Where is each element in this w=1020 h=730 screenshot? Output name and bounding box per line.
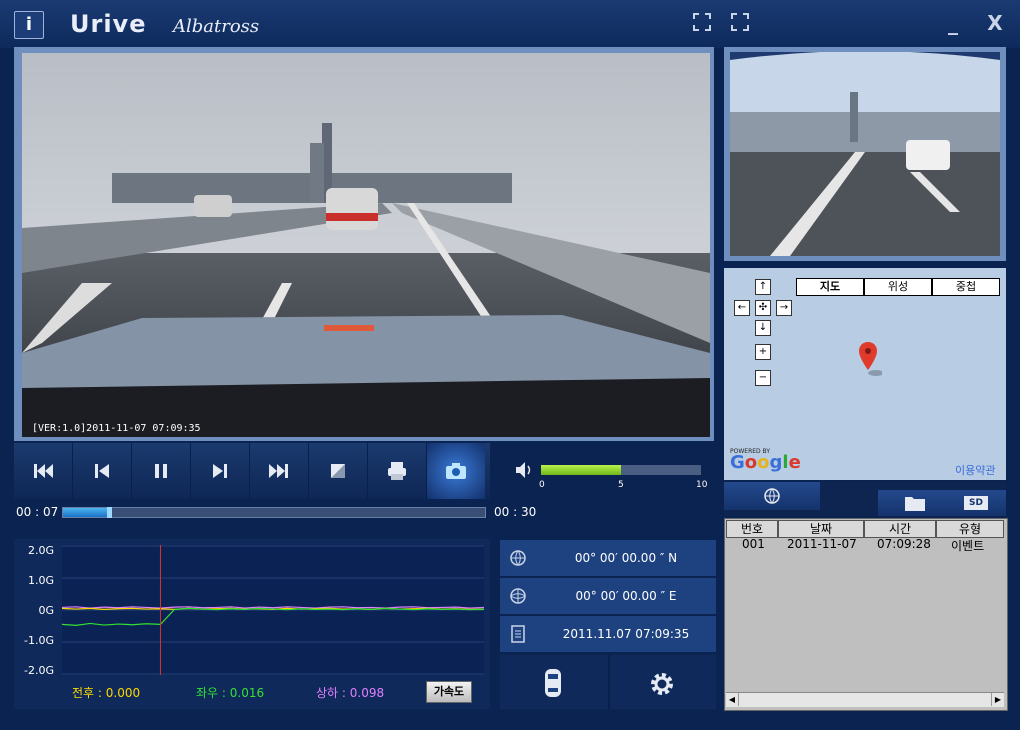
front-back-value: 전후 : 0.000 (72, 686, 141, 700)
scroll-right-icon[interactable]: ▶ (991, 693, 1004, 706)
map-zoom-out-button[interactable]: − (755, 370, 771, 386)
car-icon (545, 669, 561, 697)
total-time: 00 : 30 (494, 505, 537, 519)
volume-tick-mid: 5 (618, 480, 624, 490)
map-marker-icon[interactable] (858, 342, 884, 380)
previous-icon (95, 464, 109, 478)
print-button[interactable] (368, 443, 427, 499)
map-terms-link[interactable]: 이용약관 (955, 462, 995, 478)
latitude-row: 00° 00′ 00.00 ″ N (500, 540, 716, 576)
map-zoom-in-button[interactable]: + (755, 344, 771, 360)
column-header-type[interactable]: 유형 (936, 520, 1004, 538)
seek-progress (63, 508, 107, 517)
pause-button[interactable] (132, 443, 191, 499)
y-tick-label: -1.0G (24, 634, 54, 647)
map-tab-satellite[interactable]: 위성 (864, 278, 932, 296)
series-line-1 (61, 607, 485, 626)
series-line-2 (61, 606, 485, 609)
event-date: 2011-11-07 (787, 537, 857, 551)
latitude-value: 00° 00′ 00.00 ″ N (574, 551, 678, 565)
y-tick-label: -2.0G (24, 664, 54, 677)
tab-sd-card[interactable]: SD (964, 496, 988, 510)
volume-icon[interactable] (514, 460, 536, 484)
column-header-time[interactable]: 시간 (864, 520, 936, 538)
stop-button[interactable] (309, 443, 368, 499)
scroll-left-icon[interactable]: ◀ (726, 693, 739, 706)
longitude-row: 00° 00′ 00.00 ″ E (500, 578, 716, 614)
seek-thumb[interactable] (106, 507, 112, 518)
left-right-value: 좌우 : 0.016 (196, 686, 265, 700)
app-title: Urive (70, 10, 147, 38)
map-tab-hybrid[interactable]: 중첩 (932, 278, 1000, 296)
column-header-date[interactable]: 날짜 (778, 520, 864, 538)
map-pan-down-button[interactable]: ↓ (755, 320, 771, 336)
y-tick-label: 1.0G (27, 574, 54, 587)
acceleration-chart (61, 545, 485, 675)
fullscreen-main-icon[interactable] (689, 12, 715, 38)
minimize-button[interactable]: _ (940, 10, 966, 36)
front-camera-video[interactable] (22, 53, 710, 437)
event-time: 07:09:28 (877, 537, 931, 551)
car-view-button[interactable] (540, 668, 566, 702)
globe-icon (764, 488, 780, 504)
column-header-number[interactable]: 번호 (726, 520, 778, 538)
map-pan-left-button[interactable]: ← (734, 300, 750, 316)
rear-camera-video[interactable] (730, 52, 1000, 256)
folder-icon (905, 497, 925, 511)
google-logo: Google (730, 452, 801, 473)
info-button[interactable]: i (14, 11, 44, 39)
print-icon (388, 462, 406, 480)
horizontal-scrollbar[interactable]: ◀ ▶ (726, 692, 1004, 707)
volume-tick-min: 0 (539, 480, 545, 490)
y-tick-label: 2.0G (27, 544, 54, 557)
globe-icon (500, 587, 536, 605)
current-time: 00 : 07 (16, 505, 59, 519)
acceleration-button[interactable]: 가속도 (426, 681, 472, 703)
skip-to-start-button[interactable] (14, 443, 73, 499)
divider (608, 655, 610, 709)
fullscreen-side-icon[interactable] (727, 12, 753, 38)
volume-tick-max: 10 (696, 480, 708, 490)
stop-icon (331, 464, 345, 478)
map-pan-up-button[interactable]: ↑ (755, 279, 771, 295)
gear-icon (651, 673, 673, 695)
skip-end-icon (269, 464, 288, 478)
longitude-value: 00° 00′ 00.00 ″ E (575, 589, 677, 603)
map-tab-map[interactable]: 지도 (796, 278, 864, 296)
title-bar (0, 0, 1020, 48)
next-icon (213, 464, 227, 478)
next-button[interactable] (191, 443, 250, 499)
skip-start-icon (34, 464, 53, 478)
seek-bar[interactable] (62, 507, 486, 518)
tab-gps[interactable] (724, 482, 820, 510)
up-down-value: 상하 : 0.098 (316, 686, 385, 700)
document-icon (500, 625, 536, 643)
skip-to-end-button[interactable] (250, 443, 309, 499)
settings-button[interactable] (648, 670, 676, 702)
video-timestamp: [VER:1.0]2011-11-07 07:09:35 (32, 423, 201, 434)
map-center-button[interactable]: ✣ (755, 300, 771, 316)
app-subtitle: Albatross (173, 16, 260, 37)
datetime-row: 2011.11.07 07:09:35 (500, 616, 716, 652)
y-tick-label: 0G (38, 604, 54, 617)
snapshot-button[interactable] (427, 443, 485, 499)
pause-icon (155, 464, 167, 478)
globe-icon (500, 549, 536, 567)
previous-button[interactable] (73, 443, 132, 499)
datetime-value: 2011.11.07 07:09:35 (562, 627, 690, 641)
volume-level (541, 465, 621, 475)
event-type: 이벤트 (951, 539, 985, 553)
tab-folder[interactable] (904, 494, 926, 516)
camera-icon (446, 463, 466, 479)
event-number: 001 (742, 537, 765, 551)
map-pan-right-button[interactable]: → (776, 300, 792, 316)
close-button[interactable]: X (982, 10, 1008, 36)
